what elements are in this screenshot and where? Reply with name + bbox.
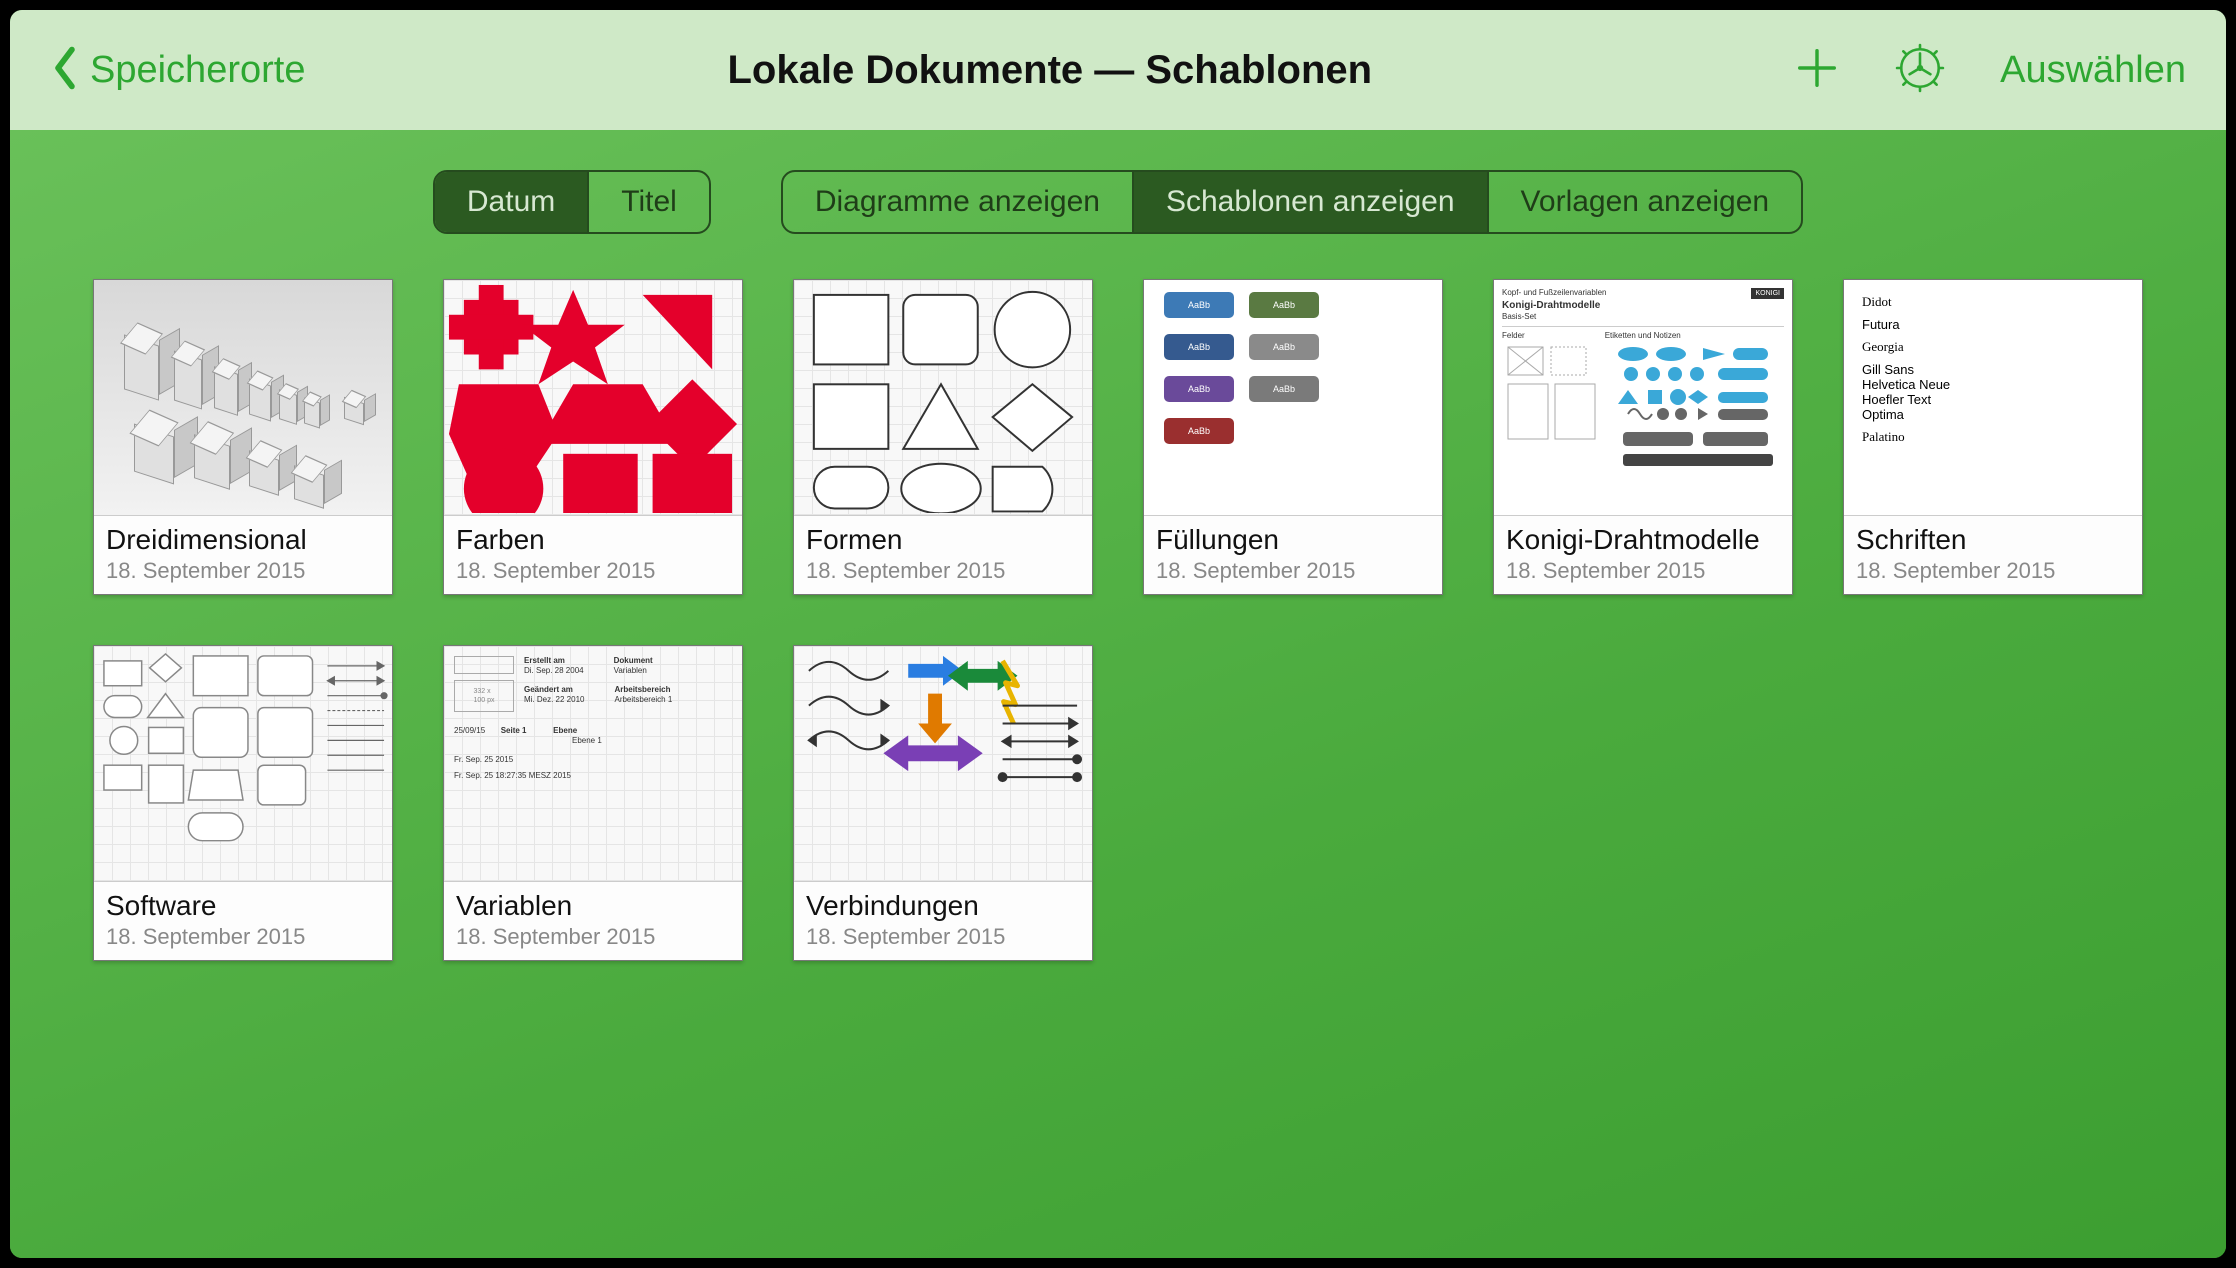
document-card[interactable]: DidotFuturaGeorgiaGill SansHelvetica Neu… xyxy=(1843,279,2143,595)
sort-option-0[interactable]: Datum xyxy=(435,172,587,232)
document-thumbnail: Kopf- und FußzeilenvariablenKONIGIKonigi… xyxy=(1494,280,1792,515)
document-footer: Schriften18. September 2015 xyxy=(1844,515,2142,594)
filter-segment: Diagramme anzeigenSchablonen anzeigenVor… xyxy=(781,170,1803,234)
filter-option-1[interactable]: Schablonen anzeigen xyxy=(1132,172,1487,232)
document-date: 18. September 2015 xyxy=(1506,558,1780,584)
document-card[interactable]: Software18. September 2015 xyxy=(93,645,393,961)
document-title: Dreidimensional xyxy=(106,524,380,556)
document-title: Formen xyxy=(806,524,1080,556)
sort-option-1[interactable]: Titel xyxy=(587,172,709,232)
document-card[interactable]: Farben18. September 2015 xyxy=(443,279,743,595)
page-title: Lokale Dokumente — Schablonen xyxy=(727,48,1372,93)
document-title: Konigi-Drahtmodelle xyxy=(1506,524,1780,556)
document-thumbnail: AaBbAaBbAaBbAaBbAaBbAaBbAaBb xyxy=(1144,280,1442,515)
document-date: 18. September 2015 xyxy=(1856,558,2130,584)
document-date: 18. September 2015 xyxy=(106,558,380,584)
document-card[interactable]: AaBbAaBbAaBbAaBbAaBbAaBbAaBbFüllungen18.… xyxy=(1143,279,1443,595)
back-label: Speicherorte xyxy=(90,49,305,92)
document-thumbnail xyxy=(444,280,742,515)
document-date: 18. September 2015 xyxy=(106,924,380,950)
document-card[interactable]: 332 x100 pxErstellt amDi. Sep. 28 2004Do… xyxy=(443,645,743,961)
document-footer: Konigi-Drahtmodelle18. September 2015 xyxy=(1494,515,1792,594)
document-title: Schriften xyxy=(1856,524,2130,556)
back-button[interactable]: Speicherorte xyxy=(50,45,305,96)
document-thumbnail xyxy=(794,646,1092,881)
document-title: Verbindungen xyxy=(806,890,1080,922)
filter-option-2[interactable]: Vorlagen anzeigen xyxy=(1487,172,1802,232)
document-footer: Dreidimensional18. September 2015 xyxy=(94,515,392,594)
document-thumbnail xyxy=(94,280,392,515)
document-date: 18. September 2015 xyxy=(456,558,730,584)
document-thumbnail: 332 x100 pxErstellt amDi. Sep. 28 2004Do… xyxy=(444,646,742,881)
document-thumbnail xyxy=(794,280,1092,515)
header-bar: Speicherorte Lokale Dokumente — Schablon… xyxy=(10,10,2226,130)
plus-icon[interactable] xyxy=(1794,45,1840,96)
document-date: 18. September 2015 xyxy=(456,924,730,950)
document-footer: Farben18. September 2015 xyxy=(444,515,742,594)
document-title: Farben xyxy=(456,524,730,556)
document-footer: Software18. September 2015 xyxy=(94,881,392,960)
document-footer: Formen18. September 2015 xyxy=(794,515,1092,594)
document-title: Variablen xyxy=(456,890,730,922)
document-thumbnail xyxy=(94,646,392,881)
document-footer: Variablen18. September 2015 xyxy=(444,881,742,960)
document-card[interactable]: Verbindungen18. September 2015 xyxy=(793,645,1093,961)
document-footer: Verbindungen18. September 2015 xyxy=(794,881,1092,960)
chevron-left-icon xyxy=(50,45,80,96)
document-date: 18. September 2015 xyxy=(1156,558,1430,584)
gear-icon[interactable] xyxy=(1895,43,1945,98)
document-thumbnail: DidotFuturaGeorgiaGill SansHelvetica Neu… xyxy=(1844,280,2142,515)
document-footer: Füllungen18. September 2015 xyxy=(1144,515,1442,594)
sort-segment: DatumTitel xyxy=(433,170,711,234)
document-grid: Dreidimensional18. September 2015 Farben… xyxy=(70,279,2166,961)
select-button[interactable]: Auswählen xyxy=(2000,49,2186,92)
filter-option-0[interactable]: Diagramme anzeigen xyxy=(783,172,1132,232)
document-title: Software xyxy=(106,890,380,922)
document-card[interactable]: Formen18. September 2015 xyxy=(793,279,1093,595)
document-date: 18. September 2015 xyxy=(806,558,1080,584)
content-area: DatumTitel Diagramme anzeigenSchablonen … xyxy=(10,130,2226,1258)
document-card[interactable]: Kopf- und FußzeilenvariablenKONIGIKonigi… xyxy=(1493,279,1793,595)
document-date: 18. September 2015 xyxy=(806,924,1080,950)
document-title: Füllungen xyxy=(1156,524,1430,556)
document-card[interactable]: Dreidimensional18. September 2015 xyxy=(93,279,393,595)
